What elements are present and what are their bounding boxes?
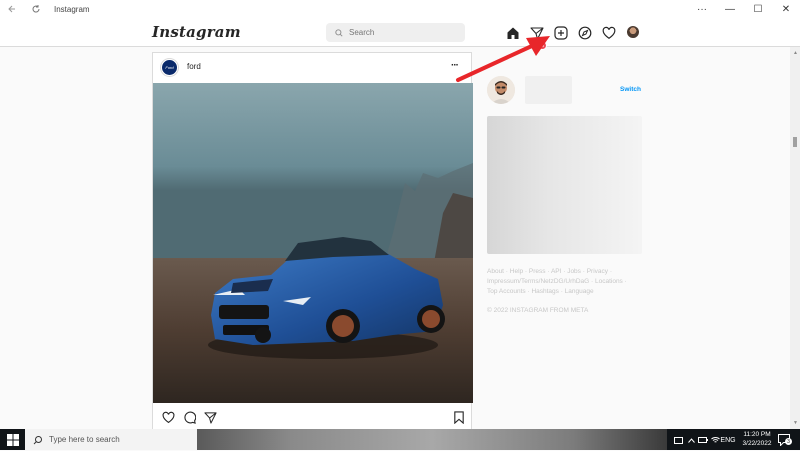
- post-image[interactable]: [153, 83, 473, 403]
- chevron-up-icon: [687, 437, 695, 443]
- notification-count-badge: 3: [785, 438, 792, 445]
- home-icon: [507, 27, 518, 39]
- instagram-logo[interactable]: Instagram: [152, 23, 241, 41]
- language-indicator[interactable]: ENG: [720, 434, 735, 446]
- search-icon: [335, 28, 343, 37]
- share-button[interactable]: [203, 410, 217, 424]
- new-post-button[interactable]: [553, 25, 568, 40]
- ford-logo-text: Ford: [165, 65, 174, 70]
- suggestions-redacted: [487, 116, 642, 254]
- reload-icon: [32, 5, 40, 13]
- compass-icon: [578, 26, 591, 39]
- activity-button[interactable]: [601, 25, 616, 40]
- sidebar-profile-avatar[interactable]: [487, 76, 515, 104]
- clock-time: 11:20 PM: [743, 431, 771, 438]
- minimize-button[interactable]: —: [716, 0, 744, 18]
- close-button[interactable]: ✕: [772, 0, 800, 18]
- post-header: Ford ford ···: [153, 53, 471, 83]
- start-button[interactable]: [7, 433, 19, 451]
- heart-icon: [602, 26, 615, 39]
- window-more-button[interactable]: ···: [688, 0, 716, 18]
- search-box[interactable]: [326, 23, 465, 42]
- car-photo: [153, 83, 473, 403]
- heart-icon: [162, 411, 174, 423]
- profile-avatar[interactable]: [627, 26, 639, 38]
- title-bar: Instagram ··· — ☐ ✕: [0, 0, 800, 18]
- copyright-text: © 2022 INSTAGRAM FROM META: [487, 307, 589, 314]
- back-arrow-icon: [8, 5, 15, 13]
- feed-post: Ford ford ···: [152, 52, 473, 429]
- scroll-down-arrow-icon[interactable]: ▼: [793, 420, 798, 426]
- battery-icon: [698, 437, 708, 443]
- show-hidden-icons-button[interactable]: [686, 434, 696, 446]
- explore-button[interactable]: [577, 25, 592, 40]
- wifi-icon: [710, 437, 720, 443]
- top-nav: Instagram 3: [0, 18, 800, 50]
- direct-messages-button[interactable]: [529, 25, 544, 40]
- profile-photo: [487, 76, 515, 104]
- footer-links[interactable]: About · Help · Press · API · Jobs · Priv…: [487, 267, 637, 297]
- bookmark-icon: [454, 410, 464, 424]
- search-icon: [33, 435, 42, 444]
- like-button[interactable]: [161, 410, 175, 424]
- switch-account-link[interactable]: Switch: [620, 86, 641, 93]
- scroll-up-arrow-icon[interactable]: ▲: [793, 50, 798, 56]
- messages-badge: 3: [538, 41, 547, 50]
- display-icon: [673, 436, 683, 444]
- paper-plane-icon: [203, 411, 217, 424]
- scrollbar-thumb[interactable]: [793, 137, 797, 147]
- save-button[interactable]: [452, 410, 466, 424]
- sidebar-username-redacted: [525, 76, 572, 104]
- battery-button[interactable]: [697, 434, 709, 446]
- maximize-button[interactable]: ☐: [744, 0, 772, 18]
- post-actions: [153, 407, 471, 429]
- network-button[interactable]: [709, 434, 721, 446]
- post-username[interactable]: ford: [187, 62, 201, 71]
- comment-button[interactable]: [182, 410, 196, 424]
- window-title: Instagram: [54, 4, 90, 14]
- taskbar-search-placeholder: Type here to search: [49, 435, 120, 444]
- post-options-button[interactable]: ···: [451, 60, 459, 71]
- back-button[interactable]: [0, 0, 24, 18]
- taskbar-clock[interactable]: 11:20 PM 3/22/2022: [739, 431, 775, 448]
- post-author-avatar[interactable]: Ford: [161, 59, 178, 76]
- taskbar-search-box[interactable]: Type here to search: [25, 429, 197, 450]
- home-button[interactable]: [505, 25, 520, 40]
- notification-center-button[interactable]: 3: [778, 433, 792, 447]
- search-input[interactable]: [349, 28, 449, 37]
- clock-date: 3/22/2022: [742, 439, 772, 447]
- reload-button[interactable]: [24, 0, 48, 18]
- taskbar-apps-redacted: [197, 429, 667, 450]
- windows-logo-icon: [7, 434, 19, 446]
- instagram-window: Instagram ··· — ☐ ✕ Instagram 3: [0, 0, 800, 429]
- comment-icon: [183, 411, 196, 424]
- vertical-scrollbar[interactable]: [790, 47, 800, 429]
- plus-square-icon: [553, 25, 568, 40]
- tray-icon[interactable]: [672, 434, 684, 446]
- paper-plane-icon: [529, 26, 544, 40]
